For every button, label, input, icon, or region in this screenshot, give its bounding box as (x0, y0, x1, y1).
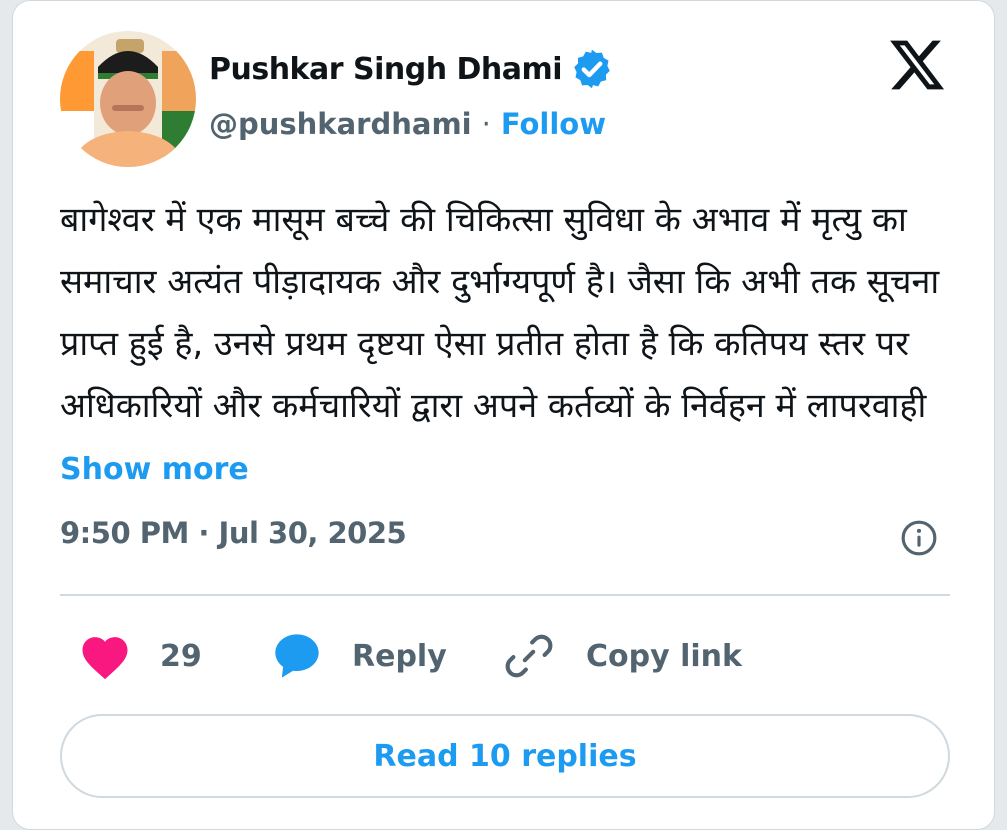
copy-link-button[interactable]: Copy link (504, 626, 742, 686)
action-bar: 29 Reply Copy link (60, 626, 950, 686)
like-count: 29 (160, 638, 202, 674)
heart-icon (82, 637, 128, 680)
avatar[interactable] (60, 31, 196, 167)
reply-button[interactable]: Reply (270, 626, 447, 686)
author-name[interactable]: Pushkar Singh Dhami (209, 52, 563, 87)
verified-badge-icon (574, 49, 610, 89)
info-icon[interactable] (900, 519, 938, 557)
follow-button[interactable]: Follow (501, 107, 606, 141)
tweet-timestamp[interactable]: 9:50 PM · Jul 30, 2025 (60, 516, 407, 550)
speech-bubble-icon (275, 634, 319, 678)
like-button[interactable]: 29 (78, 626, 202, 686)
read-replies-label: Read 10 replies (373, 738, 637, 774)
tweet-card: Pushkar Singh Dhami @pushkardhami · Foll… (12, 0, 995, 830)
author-handle[interactable]: @pushkardhami (209, 107, 472, 141)
tweet-body: बागेश्वर में एक मासूम बच्चे की चिकित्सा … (60, 200, 940, 426)
read-replies-button[interactable]: Read 10 replies (60, 714, 950, 798)
author-name-row[interactable]: Pushkar Singh Dhami (209, 47, 614, 91)
separator: · (481, 107, 491, 141)
show-more-link[interactable]: Show more (60, 452, 249, 487)
tweet-text: बागेश्वर में एक मासूम बच्चे की चिकित्सा … (60, 189, 960, 501)
x-logo-icon[interactable] (887, 35, 947, 95)
link-icon (505, 634, 553, 678)
copy-link-label: Copy link (586, 638, 742, 674)
divider (60, 594, 950, 596)
handle-row: @pushkardhami · Follow (209, 107, 606, 141)
reply-label: Reply (352, 638, 447, 674)
